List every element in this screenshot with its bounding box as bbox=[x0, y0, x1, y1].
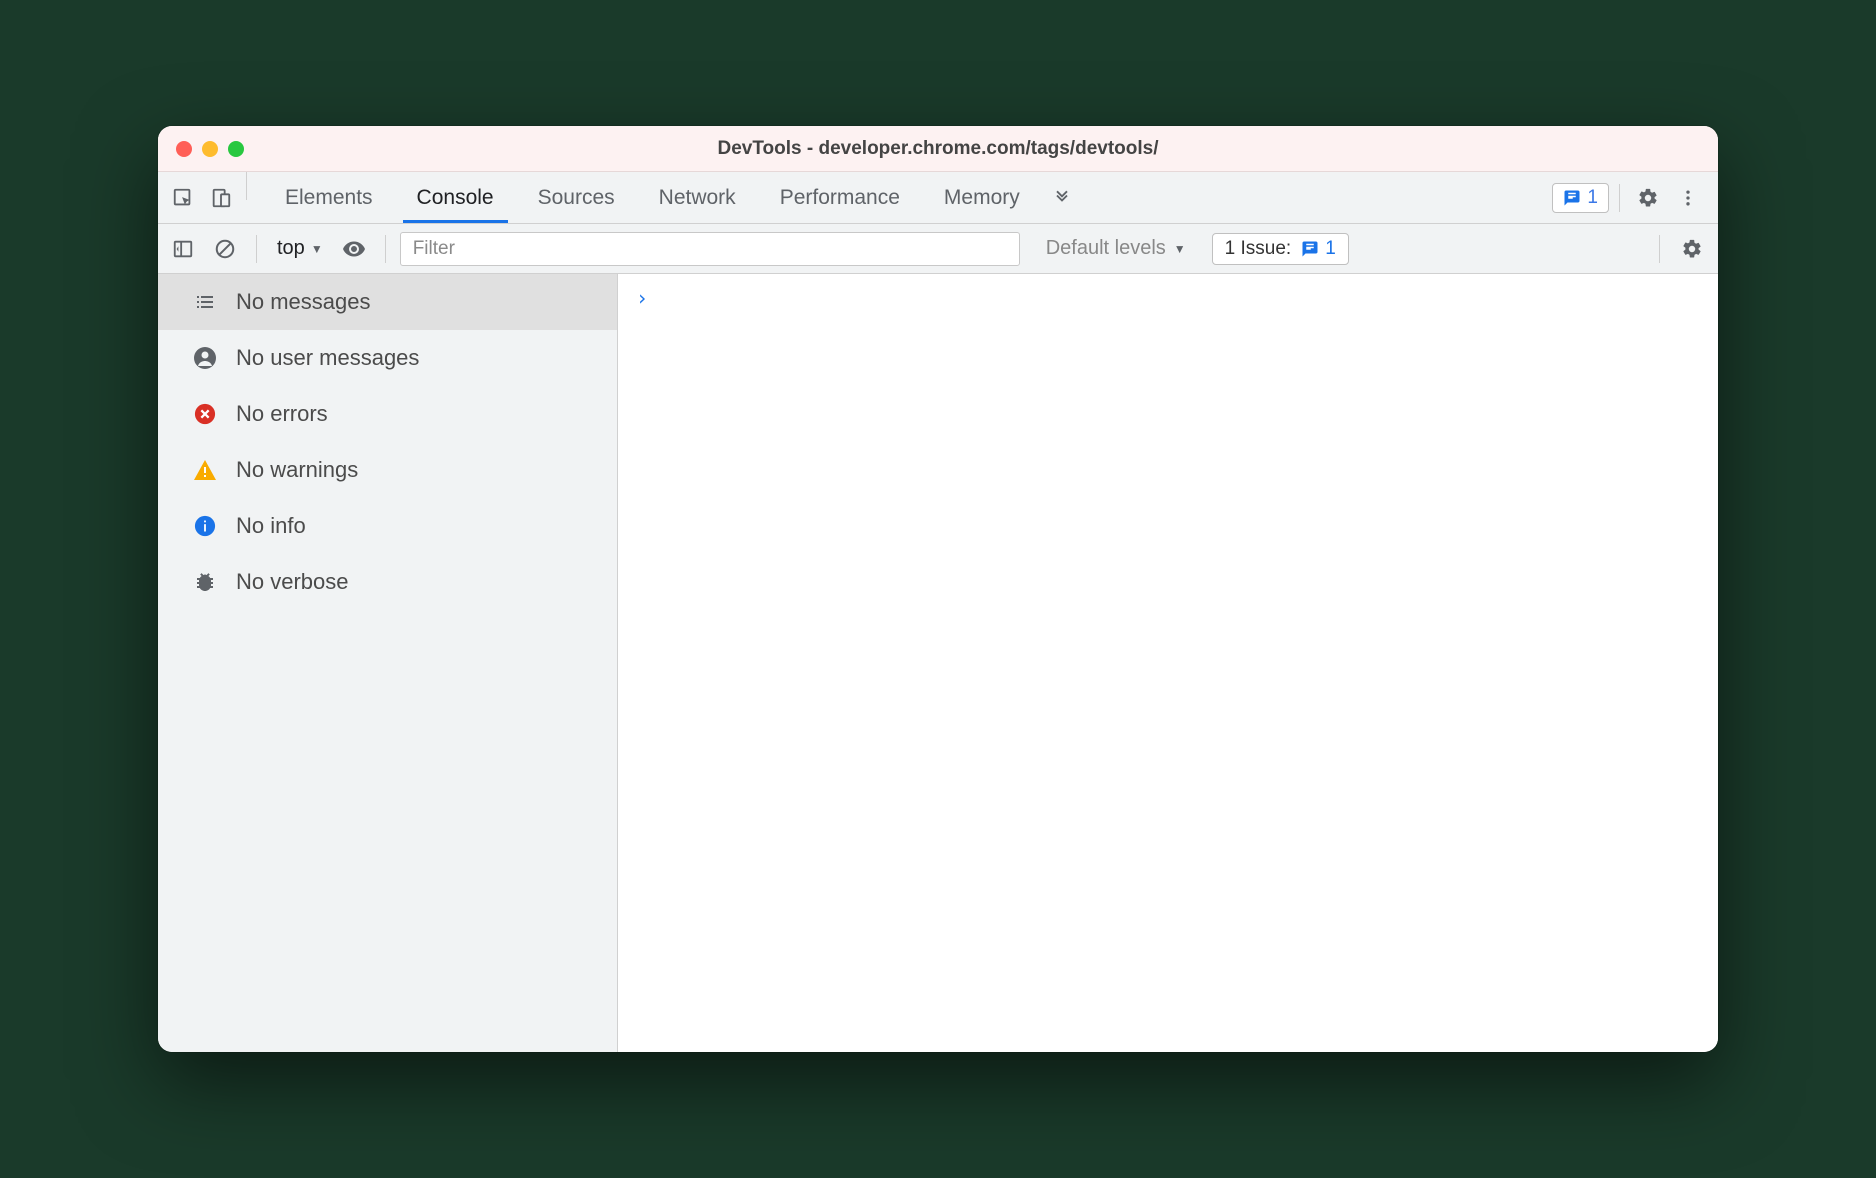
context-selector[interactable]: top ▼ bbox=[271, 237, 329, 260]
issues-badge-count: 1 bbox=[1587, 187, 1598, 209]
log-levels-selector[interactable]: Default levels ▼ bbox=[1046, 237, 1186, 260]
settings-icon[interactable] bbox=[1630, 180, 1666, 216]
more-tabs-button[interactable] bbox=[1042, 172, 1082, 223]
tab-console[interactable]: Console bbox=[395, 172, 516, 223]
sidebar-item-messages[interactable]: No messages bbox=[158, 274, 617, 330]
titlebar: DevTools - developer.chrome.com/tags/dev… bbox=[158, 126, 1718, 172]
list-icon bbox=[192, 289, 218, 315]
warning-icon bbox=[192, 457, 218, 483]
context-label: top bbox=[277, 237, 305, 260]
sidebar-item-info[interactable]: No info bbox=[158, 498, 617, 554]
levels-label: Default levels bbox=[1046, 237, 1166, 260]
sidebar-item-verbose[interactable]: No verbose bbox=[158, 554, 617, 610]
toggle-sidebar-icon[interactable] bbox=[166, 232, 200, 266]
sidebar-item-label: No messages bbox=[236, 289, 371, 315]
error-icon bbox=[192, 401, 218, 427]
divider bbox=[246, 172, 247, 200]
window-title: DevTools - developer.chrome.com/tags/dev… bbox=[158, 138, 1718, 160]
info-icon bbox=[192, 513, 218, 539]
sidebar-item-errors[interactable]: No errors bbox=[158, 386, 617, 442]
console-output[interactable]: › bbox=[618, 274, 1718, 1052]
tab-performance[interactable]: Performance bbox=[758, 172, 922, 223]
panel-tabs: Elements Console Sources Network Perform… bbox=[263, 172, 1552, 223]
sidebar-item-label: No info bbox=[236, 513, 306, 539]
issues-count: 1 bbox=[1301, 238, 1336, 260]
inspect-element-icon[interactable] bbox=[164, 172, 202, 223]
divider bbox=[256, 235, 257, 263]
traffic-lights bbox=[158, 141, 244, 157]
sidebar-item-warnings[interactable]: No warnings bbox=[158, 442, 617, 498]
filter-input[interactable] bbox=[400, 232, 1020, 266]
clear-console-icon[interactable] bbox=[208, 232, 242, 266]
bug-icon bbox=[192, 569, 218, 595]
tab-network[interactable]: Network bbox=[637, 172, 758, 223]
devtools-window: DevTools - developer.chrome.com/tags/dev… bbox=[158, 126, 1718, 1052]
tab-elements[interactable]: Elements bbox=[263, 172, 395, 223]
issues-label: 1 Issue: bbox=[1225, 238, 1292, 260]
close-window-button[interactable] bbox=[176, 141, 192, 157]
dropdown-icon: ▼ bbox=[311, 242, 323, 256]
tab-sources[interactable]: Sources bbox=[516, 172, 637, 223]
sidebar-item-label: No warnings bbox=[236, 457, 358, 483]
divider bbox=[1619, 184, 1620, 212]
tab-memory[interactable]: Memory bbox=[922, 172, 1042, 223]
console-prompt-icon: › bbox=[636, 286, 648, 310]
divider bbox=[1659, 235, 1660, 263]
sidebar-item-label: No verbose bbox=[236, 569, 349, 595]
tabbar-right: 1 bbox=[1552, 172, 1712, 223]
minimize-window-button[interactable] bbox=[202, 141, 218, 157]
console-toolbar: top ▼ Default levels ▼ 1 Issue: 1 bbox=[158, 224, 1718, 274]
device-toolbar-icon[interactable] bbox=[202, 172, 240, 223]
live-expression-icon[interactable] bbox=[337, 232, 371, 266]
issues-counter[interactable]: 1 Issue: 1 bbox=[1212, 233, 1349, 265]
console-settings-icon[interactable] bbox=[1674, 231, 1710, 267]
sidebar-item-label: No user messages bbox=[236, 345, 419, 371]
sidebar-item-user-messages[interactable]: No user messages bbox=[158, 330, 617, 386]
maximize-window-button[interactable] bbox=[228, 141, 244, 157]
main-tabbar: Elements Console Sources Network Perform… bbox=[158, 172, 1718, 224]
console-body: No messages No user messages No errors N… bbox=[158, 274, 1718, 1052]
sidebar-item-label: No errors bbox=[236, 401, 328, 427]
dropdown-icon: ▼ bbox=[1174, 242, 1186, 256]
more-options-icon[interactable] bbox=[1670, 180, 1706, 216]
console-sidebar: No messages No user messages No errors N… bbox=[158, 274, 618, 1052]
issues-badge-button[interactable]: 1 bbox=[1552, 183, 1609, 213]
user-icon bbox=[192, 345, 218, 371]
divider bbox=[385, 235, 386, 263]
